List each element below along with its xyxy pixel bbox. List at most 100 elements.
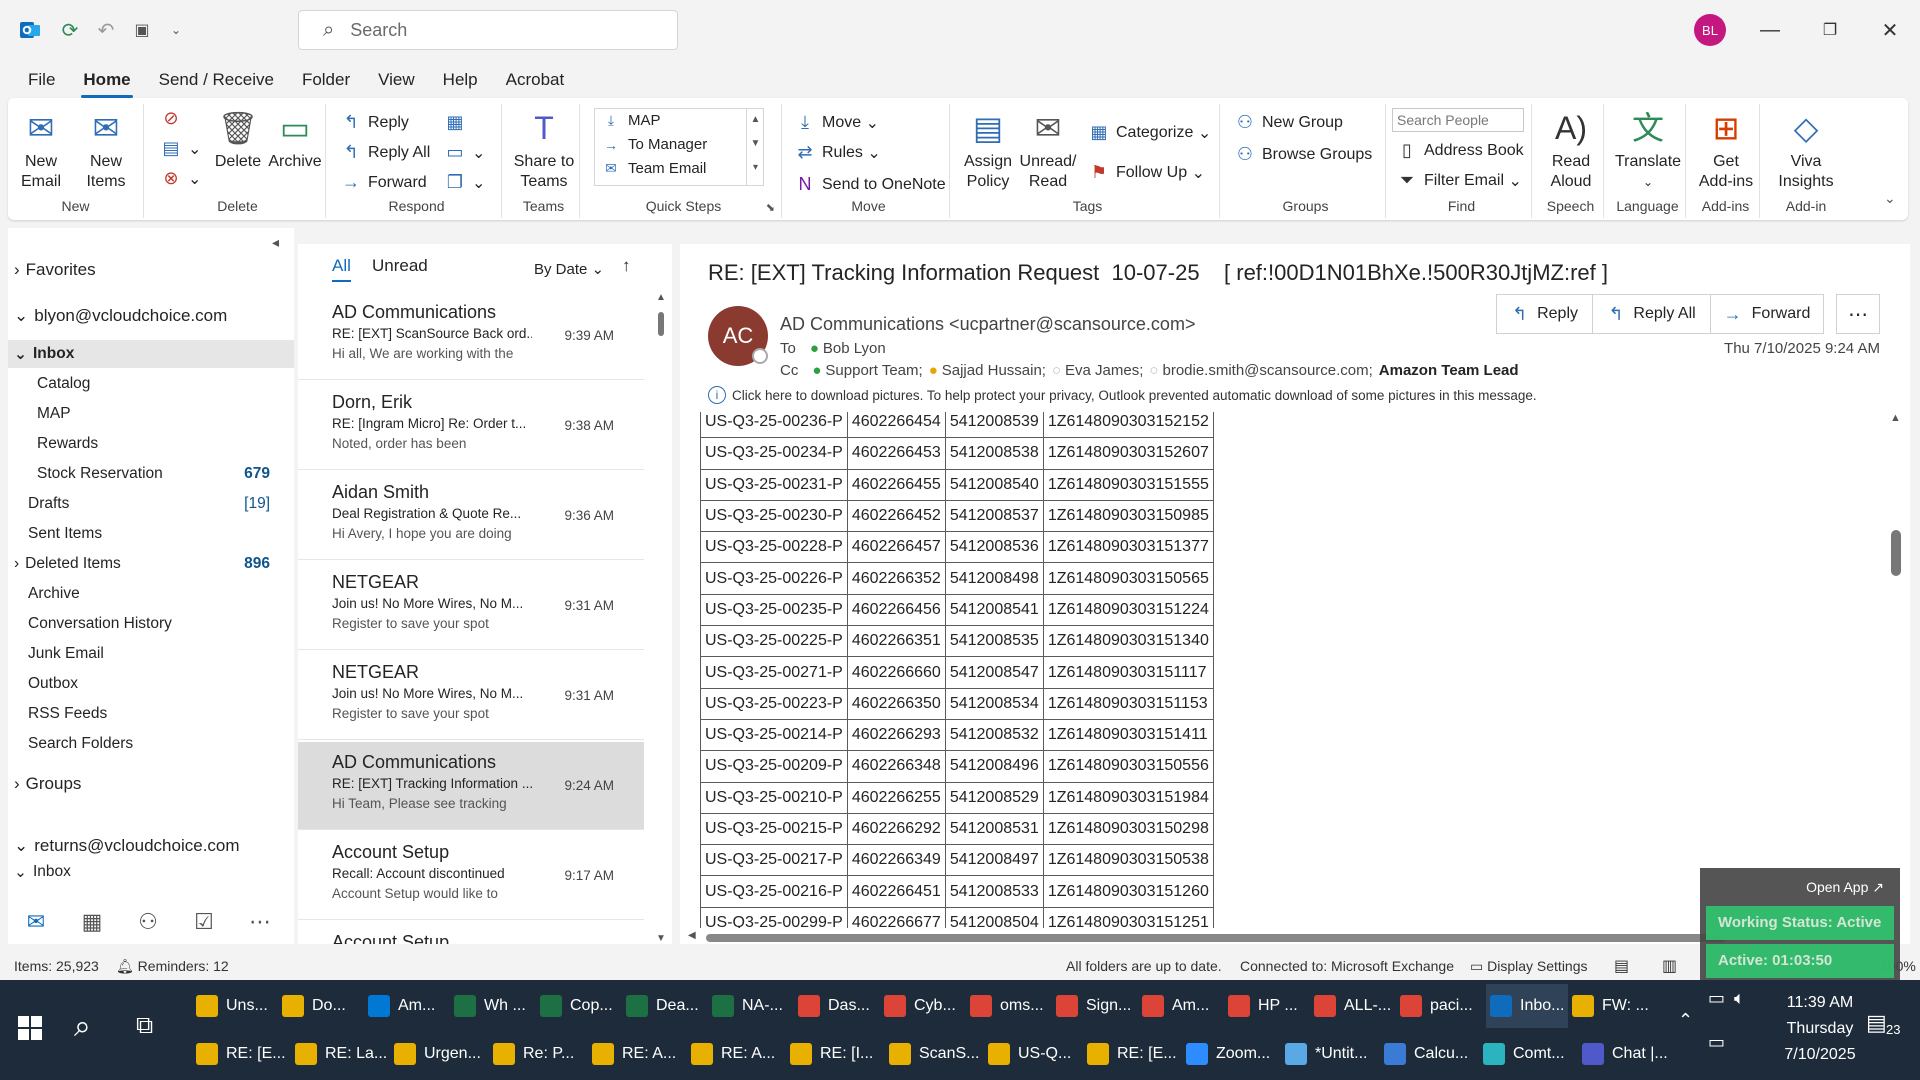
- taskbar-app-button[interactable]: RE: La...: [295, 1032, 387, 1076]
- list-item[interactable]: Dorn, Erik RE: [Ingram Micro] Re: Order t…: [298, 382, 644, 470]
- im-icon[interactable]: ▭ ⌄: [444, 142, 485, 163]
- filter-unread[interactable]: Unread: [372, 256, 428, 276]
- groups-header[interactable]: › Groups: [8, 770, 294, 798]
- sort-by-date[interactable]: By Date ⌄: [534, 260, 604, 278]
- clock[interactable]: 11:39 AM Thursday 7/10/2025: [1770, 990, 1870, 1068]
- folder-stock-reservation[interactable]: Stock Reservation 679: [8, 460, 294, 488]
- list-item[interactable]: Account Setup: [298, 922, 644, 944]
- folder-drafts[interactable]: Drafts [19]: [8, 490, 294, 518]
- dialog-launcher-icon[interactable]: ⬊: [766, 201, 775, 214]
- quick-steps-scroll[interactable]: ▲ ▼ ▾: [746, 108, 764, 186]
- address-book-button[interactable]: ▯ Address Book: [1396, 140, 1524, 161]
- recipient[interactable]: Amazon Team Lead: [1379, 362, 1519, 379]
- viva-insights-button[interactable]: ◇ Viva Insights: [1772, 108, 1840, 192]
- folder-sent-items[interactable]: Sent Items: [8, 520, 294, 548]
- folder-deleted-items[interactable]: › Deleted Items 896: [8, 550, 294, 578]
- reading-reply-all-button[interactable]: ↰ Reply All: [1592, 294, 1712, 334]
- categorize-button[interactable]: ▦ Categorize ⌄: [1088, 122, 1211, 143]
- tab-view[interactable]: View: [376, 64, 417, 96]
- taskbar-app-button[interactable]: RE: [I...: [790, 1032, 873, 1076]
- taskbar-app-button[interactable]: NA-...: [712, 984, 783, 1028]
- taskbar-app-button[interactable]: RE: A...: [691, 1032, 775, 1076]
- network-icon[interactable]: ▭: [1708, 1032, 1725, 1053]
- taskbar-app-button[interactable]: Cop...: [540, 984, 613, 1028]
- taskbar-app-button[interactable]: Am...: [1142, 984, 1209, 1028]
- quick-step-map[interactable]: ⤓ MAP: [600, 112, 661, 129]
- taskbar-app-button[interactable]: Inbo...: [1486, 984, 1569, 1028]
- message-list-scrollbar[interactable]: ▲ ▼: [656, 292, 668, 944]
- move-button[interactable]: ⤓ Move ⌄: [794, 112, 879, 133]
- taskbar-app-button[interactable]: *Untit...: [1285, 1032, 1367, 1076]
- collapse-ribbon-icon[interactable]: ⌄: [1884, 190, 1896, 207]
- list-item[interactable]: NETGEAR Join us! No More Wires, No M... 9:…: [298, 562, 644, 650]
- taskbar-app-button[interactable]: Uns...: [196, 984, 268, 1028]
- taskbar-app-button[interactable]: Chat |...: [1582, 1032, 1668, 1076]
- search-taskbar-icon[interactable]: ⌕: [74, 1010, 91, 1044]
- taskbar-app-button[interactable]: US-Q...: [988, 1032, 1071, 1076]
- tab-send-receive[interactable]: Send / Receive: [157, 64, 276, 96]
- folder-inbox-returns[interactable]: ⌄ Inbox: [8, 858, 294, 886]
- archive-button[interactable]: ▭ Archive: [268, 108, 322, 172]
- reading-vertical-scrollbar[interactable]: ▲: [1888, 412, 1904, 932]
- junk-icon[interactable]: ⊗ ⌄: [160, 168, 201, 189]
- recipient[interactable]: Bob Lyon: [823, 340, 886, 357]
- taskbar-app-button[interactable]: Comt...: [1483, 1032, 1565, 1076]
- undo-icon[interactable]: ↶: [92, 16, 120, 44]
- taskbar-app-button[interactable]: RE: A...: [592, 1032, 676, 1076]
- windows-start-icon[interactable]: [18, 1016, 42, 1040]
- ignore-icon[interactable]: ⊘: [160, 108, 188, 129]
- delete-button[interactable]: 🗑 Delete: [214, 108, 262, 172]
- tab-file[interactable]: File: [26, 64, 57, 96]
- normal-view-icon[interactable]: ▤: [1614, 956, 1629, 976]
- reading-view-icon[interactable]: ▥: [1662, 956, 1677, 976]
- assign-policy-button[interactable]: ▤ Assign Policy: [960, 108, 1016, 192]
- taskbar-app-button[interactable]: FW: ...: [1572, 984, 1649, 1028]
- list-item[interactable]: Account Setup Recall: Account discontinue…: [298, 832, 644, 920]
- tab-folder[interactable]: Folder: [300, 64, 352, 96]
- tab-help[interactable]: Help: [441, 64, 480, 96]
- close-icon[interactable]: ✕: [1874, 14, 1906, 46]
- folder-junk-email[interactable]: Junk Email: [8, 640, 294, 668]
- reading-reply-button[interactable]: ↰ Reply: [1496, 294, 1594, 334]
- tab-home[interactable]: Home: [81, 64, 133, 98]
- forward-button[interactable]: → Forward: [340, 172, 427, 193]
- list-item[interactable]: NETGEAR Join us! No More Wires, No M... 9:…: [298, 652, 644, 740]
- taskbar-app-button[interactable]: Cyb...: [884, 984, 956, 1028]
- folder-outbox[interactable]: Outbox: [8, 670, 294, 698]
- folder-archive[interactable]: Archive: [8, 580, 294, 608]
- taskbar-app-button[interactable]: HP ...: [1228, 984, 1298, 1028]
- reminders[interactable]: 🔔︎ Reminders: 12: [116, 958, 229, 975]
- taskbar-app-button[interactable]: Am...: [368, 984, 435, 1028]
- reply-button[interactable]: ↰ Reply: [340, 112, 408, 133]
- more-apps-icon[interactable]: ⋯: [246, 908, 274, 936]
- reply-all-button[interactable]: ↰ Reply All: [340, 142, 430, 163]
- tasks-icon[interactable]: ☑: [190, 908, 218, 936]
- folder-catalog[interactable]: Catalog: [8, 370, 294, 398]
- browse-groups-button[interactable]: ⚇ Browse Groups: [1234, 144, 1372, 165]
- battery-icon[interactable]: ▭: [1708, 988, 1725, 1009]
- download-pictures-notice[interactable]: i Click here to download pictures. To he…: [708, 386, 1537, 404]
- share-to-teams-button[interactable]: T Share to Teams: [510, 108, 578, 192]
- folder-search-folders[interactable]: Search Folders: [8, 730, 294, 758]
- taskbar-app-button[interactable]: Urgen...: [394, 1032, 481, 1076]
- taskbar-app-button[interactable]: Do...: [282, 984, 346, 1028]
- new-group-button[interactable]: ⚇ New Group: [1234, 112, 1343, 133]
- new-items-button[interactable]: ✉ New Items: [76, 108, 136, 192]
- list-item[interactable]: Aidan Smith Deal Registration & Quote Re.…: [298, 472, 644, 560]
- display-settings-button[interactable]: ▭ Display Settings: [1470, 958, 1588, 975]
- taskbar-app-button[interactable]: Wh ...: [454, 984, 526, 1028]
- get-add-ins-button[interactable]: ⊞ Get Add-ins: [1696, 108, 1756, 192]
- user-avatar[interactable]: BL: [1694, 14, 1726, 46]
- folder-rss-feeds[interactable]: RSS Feeds: [8, 700, 294, 728]
- send-to-onenote-button[interactable]: N Send to OneNote: [794, 174, 946, 195]
- list-item-selected[interactable]: AD Communications RE: [EXT] Tracking Info…: [298, 742, 644, 830]
- taskbar-app-button[interactable]: RE: [E...: [1087, 1032, 1177, 1076]
- tab-acrobat[interactable]: Acrobat: [504, 64, 567, 96]
- window-icon[interactable]: ▣: [128, 16, 156, 44]
- account-header-returns[interactable]: ⌄ returns@vcloudchoice.com: [8, 832, 294, 860]
- restore-icon[interactable]: ❐: [1814, 14, 1846, 46]
- volume-icon[interactable]: 🔈︎: [1734, 988, 1745, 1009]
- taskbar-app-button[interactable]: ScanS...: [889, 1032, 979, 1076]
- taskbar-app-button[interactable]: Zoom...: [1186, 1032, 1270, 1076]
- read-aloud-button[interactable]: A) Read Aloud: [1542, 108, 1600, 192]
